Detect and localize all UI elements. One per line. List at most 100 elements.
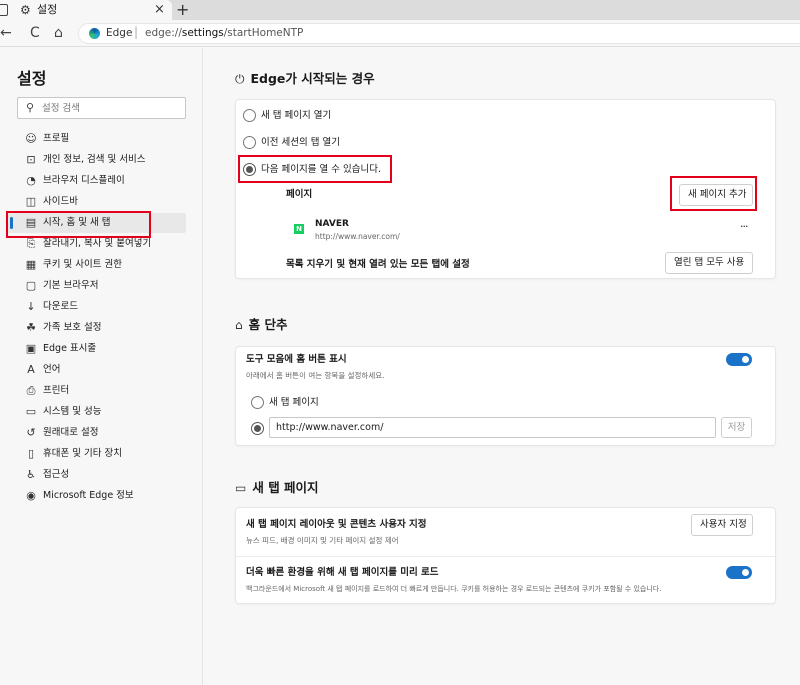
newtab-page-icon: ▭ — [235, 481, 247, 495]
sidebar-item-label: 프로필 — [43, 133, 70, 144]
settings-sidebar: 설정 ⚲ ☺ 프로필 ⊡ 개인 정보, 검색 및 서비스 ◔ 브라우저 디스플레이 ◫ 사이드… — [0, 48, 203, 685]
home-button-toggle[interactable] — [726, 353, 752, 366]
refresh-icon[interactable]: C — [30, 25, 40, 41]
settings-main: ⏻ Edge가 시작되는 경우 새 탭 페이지 열기 이전 세션의 탭 열기 다… — [204, 48, 800, 685]
sidebar-item[interactable]: ▭ 시스템 및 성능 — [8, 402, 186, 422]
sidebar-item[interactable]: ☘ 가족 보호 설정 — [8, 318, 186, 338]
site-label: Edge — [106, 27, 133, 39]
sidebar-item[interactable]: ◔ 브라우저 디스플레이 — [8, 171, 186, 191]
sidebar-item-label: 개인 정보, 검색 및 서비스 — [43, 154, 146, 165]
sidebar-item[interactable]: A 언어 — [8, 360, 186, 380]
new-tab-button[interactable]: + — [176, 0, 189, 19]
customize-button[interactable]: 사용자 지정 — [691, 514, 753, 536]
sidebar-item-label: 브라우저 디스플레이 — [43, 175, 125, 186]
sidebar-item[interactable]: ⊡ 개인 정보, 검색 및 서비스 — [8, 150, 186, 170]
sidebar-item-icon: ⊡ — [26, 153, 36, 166]
radio-specific-pages[interactable] — [243, 163, 256, 176]
radio-label-previous-session: 이전 세션의 탭 열기 — [261, 137, 340, 148]
naver-favicon-icon: N — [294, 224, 304, 234]
radio-home-url[interactable] — [251, 422, 264, 435]
clear-list-label: 목록 지우기 및 현재 열려 있는 모든 탭에 설정 — [286, 259, 470, 270]
startup-section-title: ⏻ Edge가 시작되는 경우 — [235, 71, 375, 87]
radio-label-home-new-tab: 새 탭 페이지 — [269, 397, 319, 408]
sidebar-item-label: 쿠키 및 사이트 권한 — [43, 259, 122, 270]
back-icon[interactable]: ← — [0, 25, 12, 41]
url-prefix: edge:// — [145, 27, 182, 39]
radio-home-new-tab[interactable] — [251, 396, 264, 409]
search-box[interactable]: ⚲ — [17, 97, 186, 119]
sidebar-item[interactable]: ▯ 휴대폰 및 기타 장치 — [8, 444, 186, 464]
sidebar-item-label: 시스템 및 성능 — [43, 406, 102, 417]
sidebar-item-icon: ☘ — [26, 321, 36, 334]
radio-new-tab[interactable] — [243, 109, 256, 122]
sidebar-item[interactable]: ▣ Edge 표시줄 — [8, 339, 186, 359]
address-bar[interactable]: Edge | edge://settings/startHomeNTP — [78, 23, 800, 44]
sidebar-item-icon: A — [27, 363, 35, 376]
sidebar-title: 설정 — [17, 69, 47, 88]
sidebar-item[interactable]: ☺ 프로필 — [8, 129, 186, 149]
sidebar-item-label: 사이드바 — [43, 196, 78, 207]
customize-label: 새 탭 페이지 레이아웃 및 콘텐츠 사용자 지정 — [246, 519, 427, 530]
power-icon: ⏻ — [235, 72, 245, 86]
sidebar-item[interactable]: ⎙ 프린터 — [8, 381, 186, 401]
url-text[interactable]: edge://settings/startHomeNTP — [145, 27, 303, 40]
page-name: NAVER — [315, 219, 349, 229]
tab-actions-icon[interactable] — [0, 4, 8, 16]
sidebar-item-label: 접근성 — [43, 469, 70, 480]
sidebar-item-icon: ▯ — [27, 447, 35, 460]
customize-desc: 뉴스 피드, 배경 이미지 및 기타 페이지 설정 제어 — [246, 536, 399, 545]
radio-previous-session[interactable] — [243, 136, 256, 149]
sidebar-item-icon: ↓ — [26, 300, 36, 313]
sidebar-item-icon: ▭ — [25, 405, 37, 418]
sidebar-item-icon: ▤ — [25, 216, 37, 229]
sidebar-item-icon: ↺ — [26, 426, 36, 439]
close-icon[interactable]: × — [154, 2, 165, 17]
page-url: http://www.naver.com/ — [315, 232, 400, 241]
home-icon: ⌂ — [235, 318, 243, 332]
show-home-desc: 아래에서 홈 버튼이 여는 항목을 설정하세요. — [246, 371, 385, 380]
preload-desc: 백그라운드에서 Microsoft 새 탭 페이지를 로드하여 더 빠르게 만듭… — [246, 585, 662, 593]
home-card: 도구 모음에 홈 버튼 표시 아래에서 홈 버튼이 여는 항목을 설정하세요. … — [235, 346, 776, 446]
gear-icon: ⚙ — [20, 3, 31, 17]
edge-settings-window: ⚙ 설정 × + ← C ⌂ Edge | edge://settings/st… — [0, 0, 800, 685]
sidebar-item[interactable]: ⎘ 잘라내기, 복사 및 붙여넣기 — [8, 234, 186, 254]
use-open-tabs-button[interactable]: 열린 탭 모두 사용 — [665, 252, 753, 274]
sidebar-item[interactable]: ◫ 사이드바 — [8, 192, 186, 212]
add-page-button[interactable]: 새 페이지 추가 — [679, 184, 753, 206]
home-section-title: ⌂ 홈 단추 — [235, 317, 287, 333]
sidebar-item[interactable]: ▦ 쿠키 및 사이트 권한 — [8, 255, 186, 275]
save-button[interactable]: 저장 — [721, 417, 752, 438]
newtab-title-text: 새 탭 페이지 — [252, 480, 319, 495]
sidebar-item-label: 프린터 — [43, 385, 70, 396]
preload-toggle[interactable] — [726, 566, 752, 579]
sidebar-item-icon: ◫ — [25, 195, 37, 208]
edge-logo-icon — [89, 28, 100, 39]
sidebar-item-label: 원래대로 설정 — [43, 427, 99, 438]
search-input[interactable] — [42, 100, 182, 116]
newtab-section-title: ▭ 새 탭 페이지 — [235, 480, 319, 496]
sidebar-item-icon: ⎙ — [26, 384, 36, 397]
home-icon[interactable]: ⌂ — [54, 25, 63, 41]
pages-label: 페이지 — [286, 189, 313, 200]
sidebar-item[interactable]: ◉ Microsoft Edge 정보 — [8, 486, 186, 506]
sidebar-item-label: 기본 브라우저 — [43, 280, 99, 291]
sidebar-item-icon: ▣ — [25, 342, 37, 355]
search-icon: ⚲ — [26, 101, 35, 114]
sidebar-item-label: 휴대폰 및 기타 장치 — [43, 448, 122, 459]
sidebar-item[interactable]: ▢ 기본 브라우저 — [8, 276, 186, 296]
sidebar-item-icon: ◉ — [26, 489, 36, 502]
separator: | — [134, 25, 139, 39]
sidebar-item[interactable]: ▤ 시작, 홈 및 새 탭 — [8, 213, 186, 233]
sidebar-item-icon: ▢ — [25, 279, 37, 292]
sidebar-item-label: Microsoft Edge 정보 — [43, 490, 134, 501]
sidebar-item-label: 가족 보호 설정 — [43, 322, 102, 333]
url-host: settings — [181, 27, 224, 39]
home-url-input[interactable] — [269, 417, 716, 438]
sidebar-item[interactable]: ♿ 접근성 — [8, 465, 186, 485]
sidebar-item-label: 언어 — [43, 364, 61, 375]
sidebar-item[interactable]: ↓ 다운로드 — [8, 297, 186, 317]
more-icon[interactable]: ··· — [740, 221, 748, 233]
sidebar-item-label: 잘라내기, 복사 및 붙여넣기 — [43, 238, 152, 249]
sidebar-item[interactable]: ↺ 원래대로 설정 — [8, 423, 186, 443]
tab-settings[interactable]: ⚙ 설정 × — [0, 0, 172, 20]
